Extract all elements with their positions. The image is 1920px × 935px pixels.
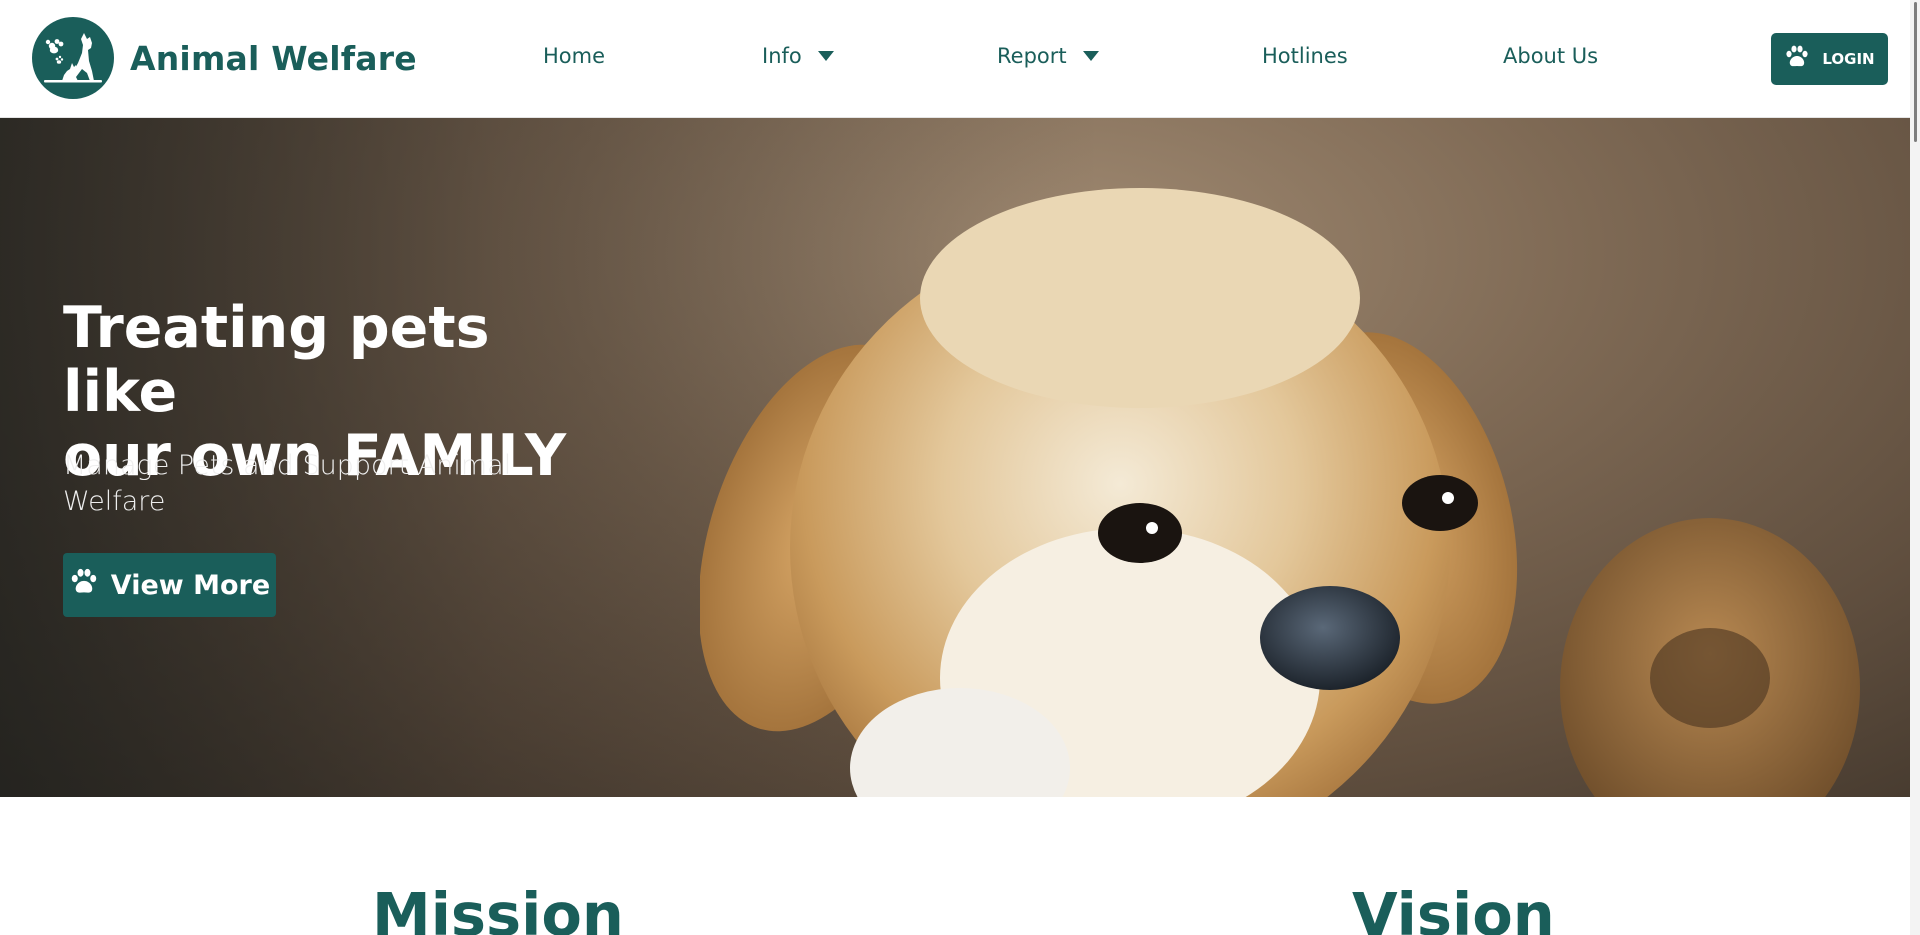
scrollbar-thumb[interactable] bbox=[1914, 2, 1917, 142]
hero-banner: Treating pets like our own FAMILY Manage… bbox=[0, 118, 1920, 797]
logo-icon bbox=[32, 17, 114, 99]
page-scrollbar[interactable] bbox=[1910, 0, 1920, 935]
login-button[interactable]: LOGIN bbox=[1771, 33, 1888, 85]
paw-icon bbox=[69, 568, 99, 603]
hero-subtitle: Manage Pets and Support Animal Welfare bbox=[63, 450, 512, 517]
chevron-down-icon bbox=[817, 51, 834, 61]
vision-title: Vision bbox=[1352, 880, 1555, 935]
login-label: LOGIN bbox=[1822, 50, 1875, 68]
nav-info-label: Info bbox=[762, 44, 802, 68]
brand[interactable]: Animal Welfare bbox=[32, 17, 417, 99]
nav-home-label: Home bbox=[543, 44, 606, 68]
mission-title: Mission bbox=[372, 880, 624, 935]
nav-hotlines-label: Hotlines bbox=[1262, 44, 1348, 68]
nav-info[interactable]: Info bbox=[762, 44, 834, 68]
brand-name: Animal Welfare bbox=[130, 38, 417, 78]
nav-report[interactable]: Report bbox=[997, 44, 1099, 68]
paw-icon bbox=[1784, 45, 1810, 73]
navbar: Animal Welfare Home Info Report Hotlines… bbox=[0, 0, 1920, 118]
hero-title-line1: Treating pets like bbox=[63, 295, 490, 425]
nav-about-us-label: About Us bbox=[1503, 44, 1599, 68]
nav-home[interactable]: Home bbox=[543, 44, 605, 68]
nav-hotlines[interactable]: Hotlines bbox=[1262, 44, 1348, 68]
chevron-down-icon bbox=[1082, 51, 1099, 61]
nav-about-us[interactable]: About Us bbox=[1503, 44, 1598, 68]
nav-report-label: Report bbox=[997, 44, 1067, 68]
view-more-label: View More bbox=[110, 569, 271, 601]
view-more-button[interactable]: View More bbox=[63, 553, 276, 617]
puppy-image bbox=[700, 188, 1860, 797]
